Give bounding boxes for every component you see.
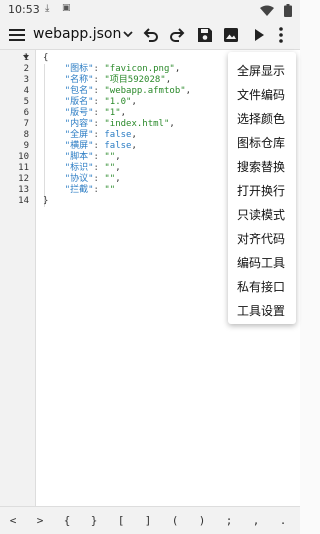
symbol-key[interactable]: } — [87, 514, 101, 527]
line-number: 5 — [23, 97, 29, 107]
code-line: "横屏": false, — [64, 141, 137, 151]
image-icon[interactable] — [222, 26, 240, 44]
code-line: "图标": "favicon.png", — [64, 64, 181, 74]
save-icon[interactable] — [196, 26, 214, 44]
chevron-down-icon[interactable] — [122, 28, 134, 40]
line-number: 13 — [18, 185, 29, 195]
menu-item-encoding-tools[interactable]: 编码工具 — [228, 251, 296, 275]
overflow-menu: 全屏显示 文件编码 选择颜色 图标仓库 搜索替换 打开换行 只读模式 对齐代码 … — [228, 52, 296, 324]
code-line: "协议": "", — [64, 174, 121, 184]
menu-item-tool-settings[interactable]: 工具设置 — [228, 299, 296, 323]
symbol-key[interactable]: [ — [114, 514, 128, 527]
code-line: "名称": "项目592028", — [64, 75, 172, 85]
line-number: 2 — [23, 64, 29, 74]
hamburger-icon[interactable] — [9, 29, 25, 42]
code-text[interactable]: { "图标": "favicon.png", "名称": "项目592028",… — [43, 53, 191, 207]
fold-arrow-icon[interactable] — [23, 55, 29, 59]
line-number: 8 — [23, 130, 29, 140]
code-line: "脚本": "", — [64, 152, 121, 162]
symbol-key[interactable]: ] — [141, 514, 155, 527]
status-bar: 10:53 ⤓ ▣ — [0, 0, 300, 20]
editor-toolbar: webapp.json — [0, 20, 300, 50]
code-line: "内容": "index.html", — [64, 119, 175, 129]
line-number-gutter: 1 2 3 4 5 6 7 8 9 10 11 12 13 14 — [0, 50, 36, 506]
download-icon: ⤓ — [45, 3, 50, 14]
line-number: 11 — [18, 163, 29, 173]
symbol-bar: < > { } [ ] ( ) ; , . — [0, 506, 300, 534]
line-number: 7 — [23, 119, 29, 129]
code-line: "版号": "1", — [64, 108, 127, 118]
menu-item-fullscreen[interactable]: 全屏显示 — [228, 59, 296, 83]
play-icon[interactable] — [250, 26, 268, 44]
undo-icon[interactable] — [142, 26, 160, 44]
menu-item-align-code[interactable]: 对齐代码 — [228, 227, 296, 251]
menu-item-file-encoding[interactable]: 文件编码 — [228, 83, 296, 107]
code-line: } — [43, 196, 49, 206]
symbol-key[interactable]: , — [249, 514, 263, 527]
menu-item-read-only[interactable]: 只读模式 — [228, 203, 296, 227]
line-number: 12 — [18, 174, 29, 184]
line-number: 4 — [23, 86, 29, 96]
status-time: 10:53 — [8, 3, 40, 16]
battery-icon — [284, 4, 292, 17]
symbol-key[interactable]: ( — [168, 514, 182, 527]
code-line: "标识": "", — [64, 163, 121, 173]
symbol-key[interactable]: { — [60, 514, 74, 527]
symbol-key[interactable]: ) — [195, 514, 209, 527]
menu-item-private-api[interactable]: 私有接口 — [228, 275, 296, 299]
line-number: 6 — [23, 108, 29, 118]
symbol-key[interactable]: . — [276, 514, 290, 527]
notification-icon: ▣ — [62, 3, 71, 13]
menu-item-pick-color[interactable]: 选择颜色 — [228, 107, 296, 131]
menu-item-icon-library[interactable]: 图标仓库 — [228, 131, 296, 155]
menu-item-search-replace[interactable]: 搜索替换 — [228, 155, 296, 179]
symbol-key[interactable]: > — [33, 514, 47, 527]
line-number: 10 — [18, 152, 29, 162]
code-line: "全屏": false, — [64, 130, 137, 140]
code-line: { — [43, 53, 49, 63]
redo-icon[interactable] — [168, 26, 186, 44]
line-number: 3 — [23, 75, 29, 85]
wifi-icon — [260, 5, 274, 16]
code-line: "拦截": "" — [64, 185, 116, 195]
line-number: 9 — [23, 141, 29, 151]
code-line: "包名": "webapp.afmtob", — [64, 86, 192, 96]
symbol-key[interactable]: < — [6, 514, 20, 527]
file-name[interactable]: webapp.json — [33, 26, 121, 42]
symbol-key[interactable]: ; — [222, 514, 236, 527]
code-line: "版名": "1.0", — [64, 97, 137, 107]
more-vert-icon[interactable] — [276, 26, 286, 44]
menu-item-word-wrap[interactable]: 打开换行 — [228, 179, 296, 203]
line-number: 14 — [18, 196, 29, 206]
